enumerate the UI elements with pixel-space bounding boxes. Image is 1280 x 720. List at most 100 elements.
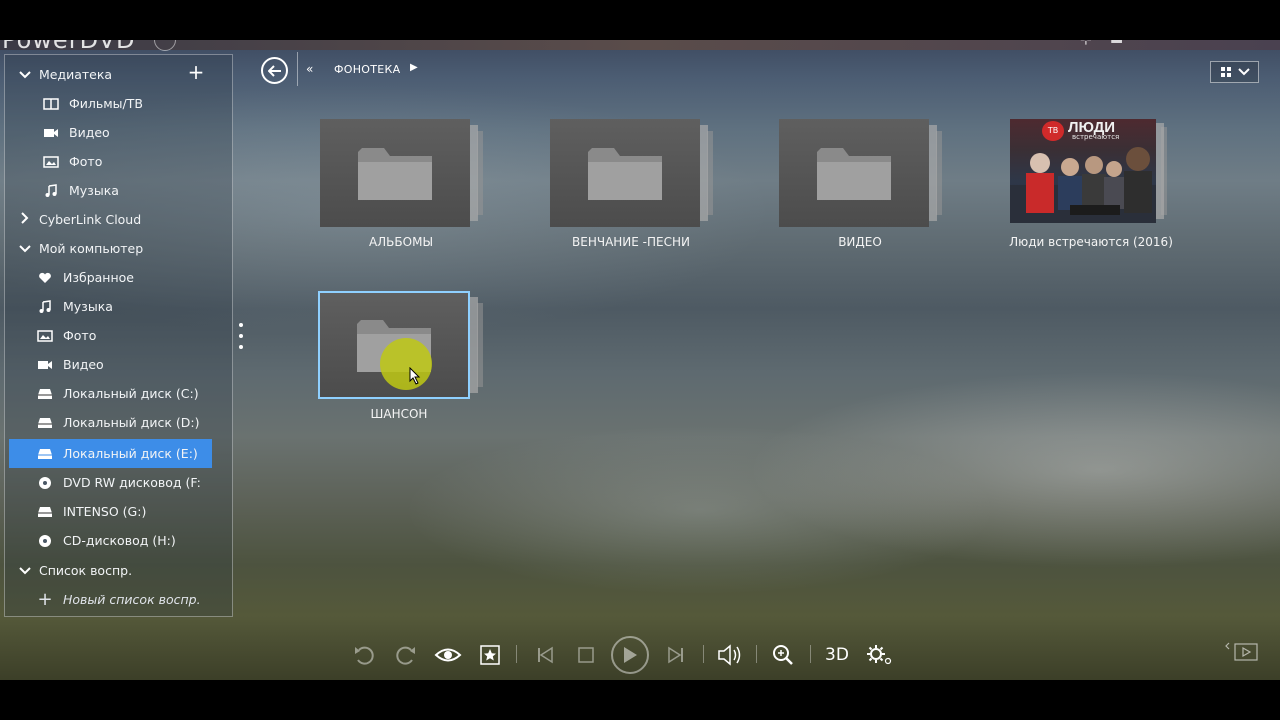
sidebar-item-label: Музыка	[63, 299, 113, 314]
sidebar-item-my-photo[interactable]: Фото	[9, 321, 212, 350]
tree-computer[interactable]: Мой компьютер	[9, 234, 212, 263]
tile-label: АЛЬБОМЫ	[368, 235, 434, 249]
sidebar-item-label: Локальный диск (C:)	[63, 386, 199, 401]
eye-view-icon[interactable]	[434, 643, 462, 667]
sidebar-item-music[interactable]: Музыка	[9, 176, 212, 205]
nav-divider	[297, 52, 298, 86]
tree-library-label: Медиатека	[39, 67, 113, 82]
sidebar-item-films[interactable]: Фильмы/ТВ	[9, 89, 212, 118]
sidebar-item-label: Музыка	[69, 183, 119, 198]
tile-label: ШАНСОН	[370, 407, 428, 421]
add-library-button[interactable]: +	[187, 62, 205, 82]
view-mode-button[interactable]	[1210, 61, 1259, 83]
tree-cloud[interactable]: CyberLink Cloud	[9, 205, 212, 234]
app-brand: PowerDVD	[2, 40, 136, 54]
tree-cloud-label: CyberLink Cloud	[39, 212, 142, 227]
drive-icon	[33, 506, 57, 518]
chevron-down-icon[interactable]	[13, 242, 37, 256]
sidebar-item-label: Избранное	[63, 270, 134, 285]
play-icon	[624, 647, 637, 663]
breadcrumb[interactable]: ФОНОТЕКА	[334, 63, 400, 76]
sidebar-item-video[interactable]: Видео	[9, 118, 212, 147]
close-icon[interactable]: ·	[1156, 40, 1160, 48]
playback-toolbar: 3D	[0, 630, 1280, 680]
folder-thumbnail[interactable]	[320, 119, 470, 227]
previous-track-icon[interactable]	[533, 643, 557, 667]
favorite-star-icon[interactable]	[478, 643, 502, 667]
sidebar-item-label: INTENSO (G:)	[63, 504, 147, 519]
heart-icon	[33, 272, 57, 284]
folder-thumbnail[interactable]	[779, 119, 929, 227]
minimize-icon[interactable]: ▬	[1110, 40, 1123, 48]
sidebar-resize-handle[interactable]	[238, 323, 244, 349]
mouse-cursor-icon	[409, 367, 421, 385]
video-camera-icon	[33, 359, 57, 371]
tile-label: ВЕНЧАНИЕ -ПЕСНИ	[572, 235, 690, 249]
album-cover[interactable]: ТВ ЛЮДИ встречаются	[1010, 119, 1156, 223]
folder-icon	[358, 148, 432, 200]
drive-icon	[33, 417, 57, 429]
play-button[interactable]	[611, 636, 649, 674]
chevron-down-icon[interactable]	[13, 68, 37, 82]
tree-library[interactable]: Медиатека	[9, 60, 212, 89]
sidebar-item-label: Видео	[69, 125, 110, 140]
sidebar-item-label: Фильмы/ТВ	[69, 96, 143, 111]
threed-label: 3D	[825, 645, 849, 665]
folder-icon	[588, 148, 662, 200]
sidebar-item-drive-d[interactable]: Локальный диск (D:)	[9, 408, 212, 437]
sidebar-item-drive-g[interactable]: INTENSO (G:)	[9, 497, 212, 526]
sidebar-item-my-video[interactable]: Видео	[9, 350, 212, 379]
arrow-left-icon	[267, 64, 281, 77]
volume-icon[interactable]	[716, 643, 744, 667]
chevron-down-icon	[1237, 68, 1250, 76]
drive-icon	[33, 448, 57, 460]
music-note-icon	[39, 183, 63, 198]
plus-icon: +	[37, 589, 53, 610]
sidebar-item-drive-f[interactable]: DVD RW дисковод (F:	[9, 468, 212, 497]
mini-player-icon[interactable]: ⊹	[1080, 40, 1092, 48]
sidebar-item-drive-h[interactable]: CD-дисковод (H:)	[9, 526, 212, 555]
sidebar-item-label: CD-дисковод (H:)	[63, 533, 176, 548]
chevron-right-icon[interactable]	[13, 212, 37, 227]
folder-thumbnail[interactable]	[550, 119, 700, 227]
mini-player-toggle-icon[interactable]	[1224, 640, 1260, 664]
zoom-icon[interactable]	[770, 643, 796, 667]
drive-icon	[33, 388, 57, 400]
music-note-icon	[33, 299, 57, 314]
cursor-highlight	[380, 338, 432, 390]
tree-computer-label: Мой компьютер	[39, 241, 144, 256]
sidebar-item-my-music[interactable]: Музыка	[9, 292, 212, 321]
sidebar: Медиатека + Фильмы/ТВ Видео Фото Музыка	[4, 54, 233, 617]
new-playlist-button[interactable]: + Новый список воспр.	[9, 585, 212, 614]
back-button[interactable]	[261, 57, 288, 84]
next-track-icon[interactable]	[664, 643, 688, 667]
film-tv-icon	[39, 97, 63, 110]
breadcrumb-up-icon[interactable]: «	[306, 62, 313, 76]
sidebar-item-favorites[interactable]: Избранное	[9, 263, 212, 292]
folder-icon	[817, 148, 891, 200]
tile-label: ВИДЕО	[838, 235, 882, 249]
photo-icon	[33, 329, 57, 342]
sidebar-item-label: Фото	[69, 154, 103, 169]
tree-playlists-label: Список воспр.	[39, 563, 133, 578]
undo-icon[interactable]	[352, 643, 376, 667]
sidebar-item-photo[interactable]: Фото	[9, 147, 212, 176]
sidebar-item-label: Локальный диск (E:)	[63, 446, 198, 461]
sidebar-item-label: Фото	[63, 328, 97, 343]
new-playlist-label: Новый список воспр.	[63, 592, 201, 607]
tree-playlists[interactable]: Список воспр.	[9, 556, 212, 585]
sidebar-item-label: DVD RW дисковод (F:	[63, 475, 201, 490]
chevron-down-icon[interactable]	[13, 564, 37, 578]
redo-icon[interactable]	[394, 643, 418, 667]
settings-gear-icon[interactable]	[866, 643, 892, 667]
stop-icon[interactable]	[574, 643, 598, 667]
sidebar-item-drive-c[interactable]: Локальный диск (C:)	[9, 379, 212, 408]
disc-icon	[33, 476, 57, 490]
album-photo	[1010, 147, 1156, 223]
grid-view-icon	[1220, 67, 1231, 77]
tile-label: Люди встречаются (2016)	[1009, 235, 1173, 249]
app-window: PowerDVD ⊹ ▬ · Медиатека + Фильмы/ТВ Вид…	[0, 40, 1280, 680]
threed-button[interactable]: 3D	[822, 643, 852, 667]
breadcrumb-next-icon[interactable]: ▶	[410, 62, 418, 73]
sidebar-item-drive-e[interactable]: Локальный диск (E:)	[9, 439, 212, 468]
